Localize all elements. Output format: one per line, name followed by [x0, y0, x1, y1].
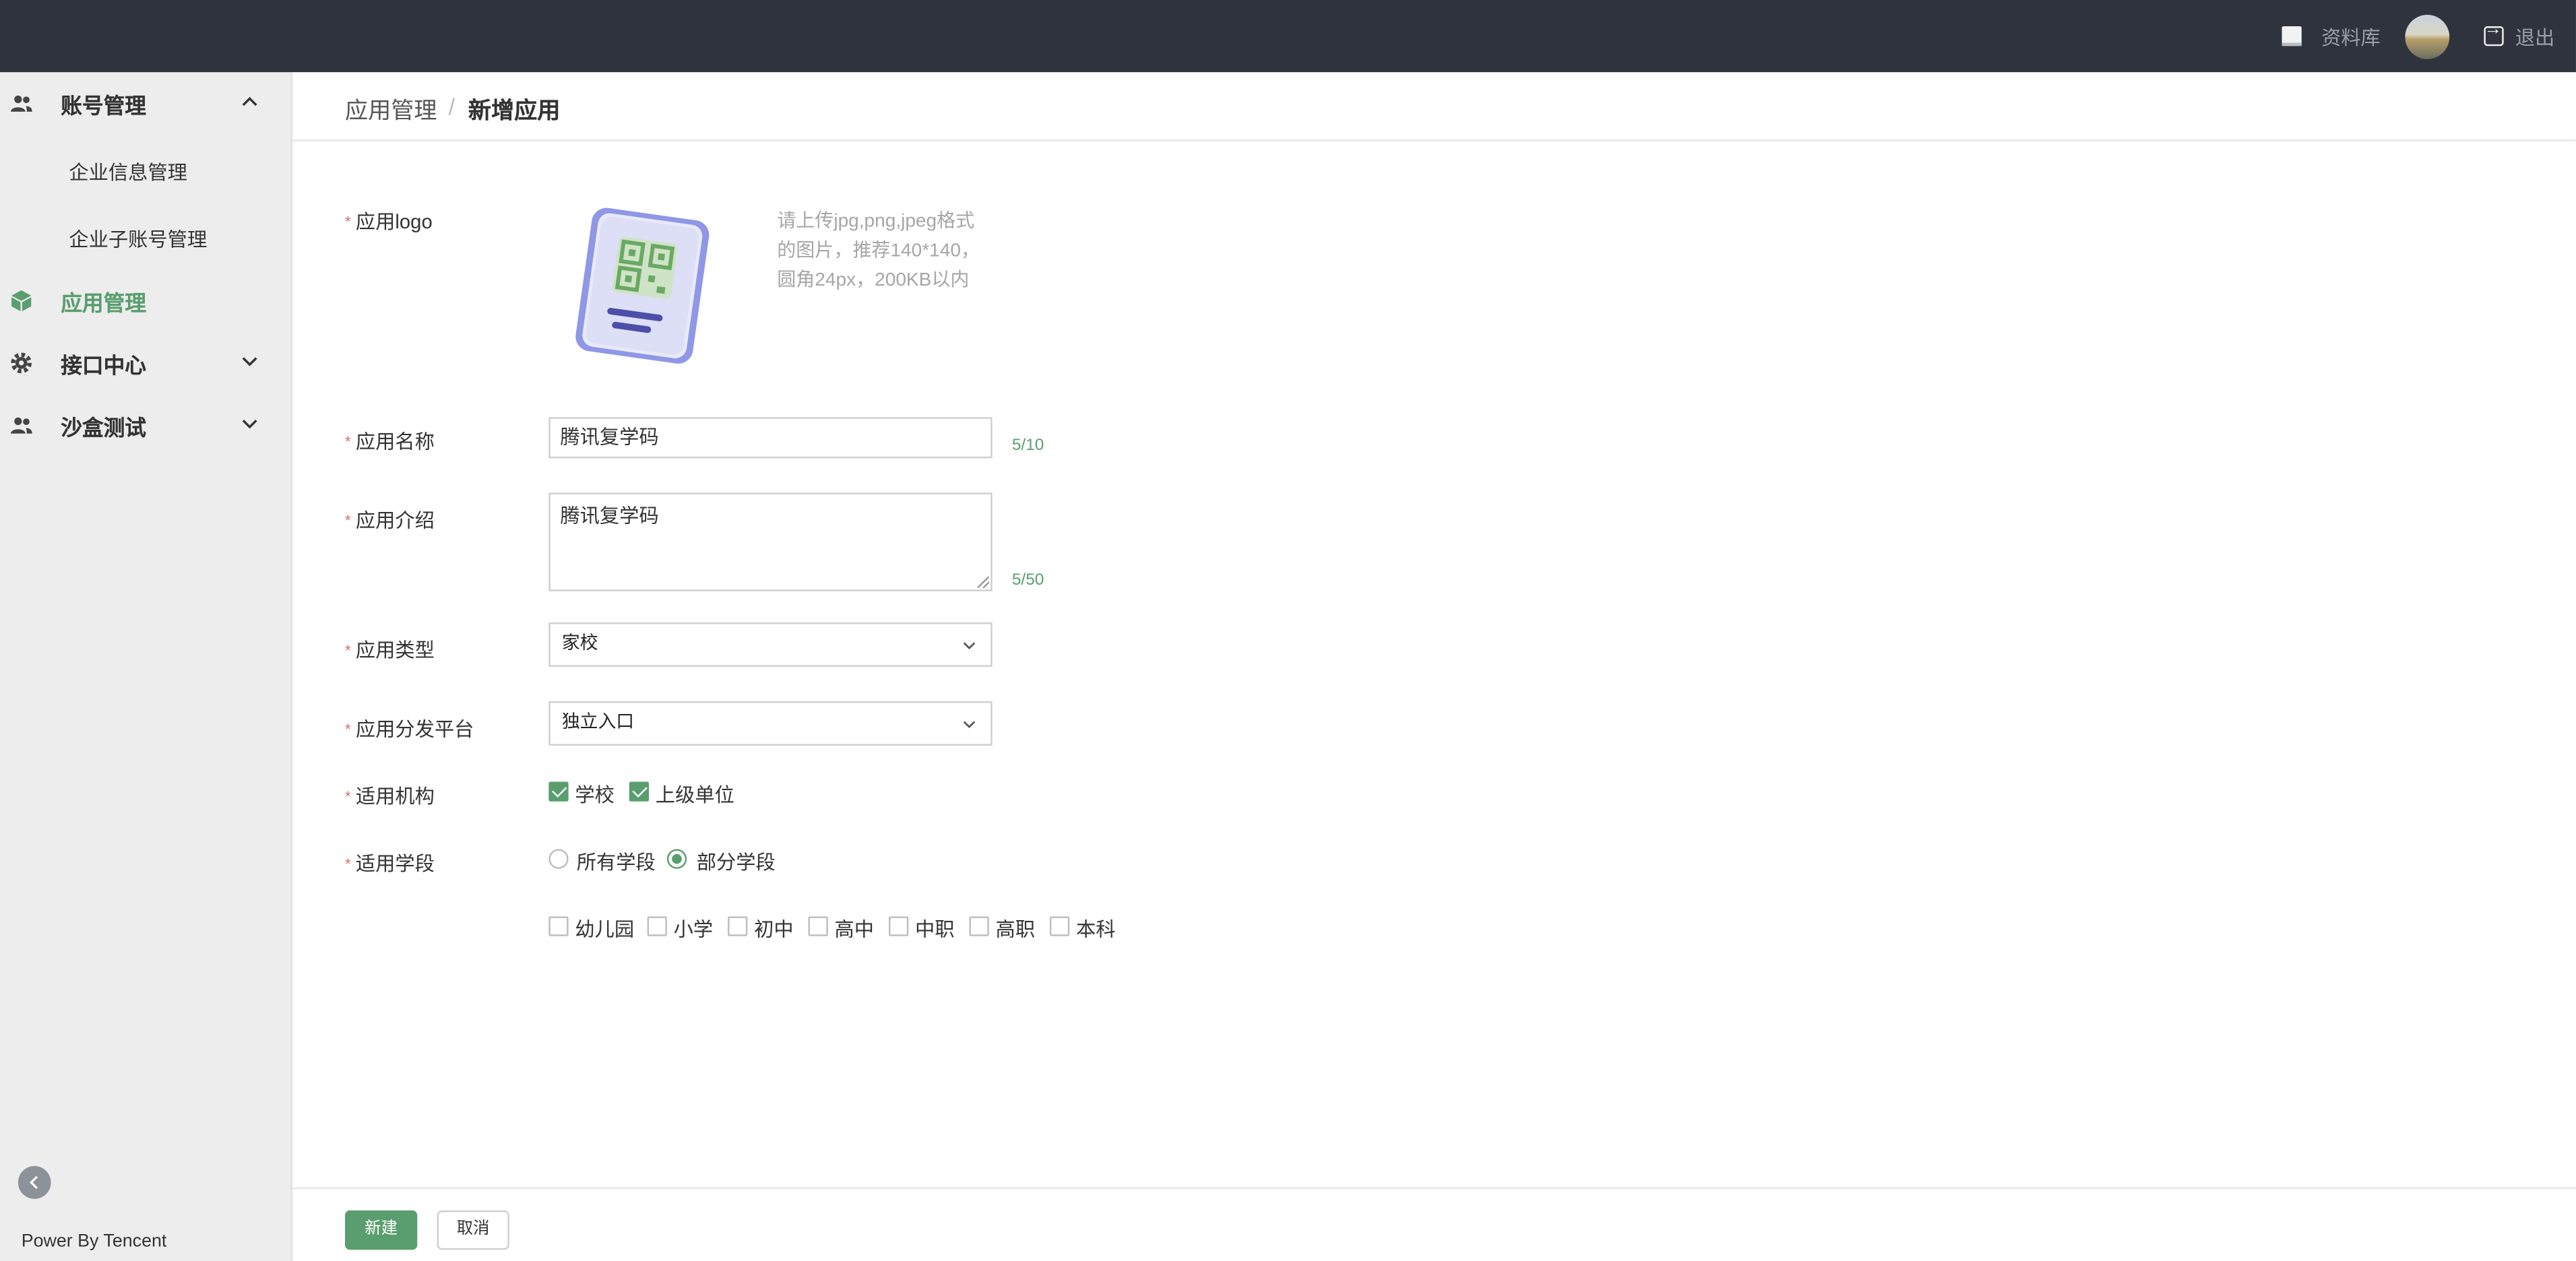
collapse-sidebar-button[interactable]: [18, 1166, 51, 1199]
type-label: * 应用类型: [345, 636, 435, 664]
users-icon: [10, 95, 32, 112]
platform-label: * 应用分发平台: [345, 715, 474, 742]
stage-option-label: 高职: [995, 917, 1036, 942]
top-bar: 资料库 退出: [0, 0, 2576, 73]
app-desc-textarea[interactable]: 腾讯复学码: [548, 492, 993, 591]
desc-counter: 5/50: [1011, 571, 1044, 590]
stage-option-label: 幼儿园: [575, 917, 635, 942]
stage-junior-checkbox[interactable]: [728, 916, 748, 936]
cube-icon: [11, 290, 32, 312]
name-label-text: 应用名称: [355, 430, 435, 453]
app-type-select[interactable]: 家校: [548, 622, 993, 667]
platform-select[interactable]: 独立入口: [548, 701, 993, 746]
stage-option-label: 初中: [754, 917, 794, 942]
type-label-text: 应用类型: [355, 639, 435, 662]
stage-radio-label: 所有学段: [576, 850, 656, 874]
chevron-left-icon: [30, 1175, 38, 1190]
stage-kindergarten-checkbox[interactable]: [548, 916, 569, 936]
sidebar-group-label: 账号管理: [61, 92, 147, 118]
desc-label-text: 应用介绍: [355, 509, 435, 532]
sidebar-group-label: 沙盒测试: [61, 414, 147, 440]
app-root: 资料库 退出 账号管理 企业信息管理 企业子账号管理: [0, 0, 2576, 1261]
required-mark: *: [345, 512, 351, 529]
required-mark: *: [345, 788, 351, 805]
sidebar-item-company-info[interactable]: 企业信息管理: [69, 158, 187, 185]
footer-credit: Power By Tencent: [21, 1231, 167, 1252]
sidebar-item-sub-accounts[interactable]: 企业子账号管理: [69, 225, 207, 253]
name-label: * 应用名称: [345, 427, 435, 455]
sidebar-item-app-manage[interactable]: 应用管理: [0, 271, 292, 330]
book-icon: [2282, 26, 2302, 46]
app-name-input[interactable]: 腾讯复学码: [548, 417, 993, 459]
cancel-button[interactable]: 取消: [437, 1210, 509, 1250]
logo-hint: 请上传jpg,png,jpeg格式的图片，推荐140*140，圆角24px，20…: [777, 212, 980, 291]
required-mark: *: [345, 721, 351, 738]
logo-label: * 应用logo: [345, 207, 433, 234]
chevron-down-icon: [963, 721, 976, 728]
org-label-text: 适用机构: [355, 785, 435, 808]
app-type-value: 家校: [561, 634, 598, 654]
sidebar-group-label: 接口中心: [61, 352, 147, 377]
desc-value: 腾讯复学码: [560, 504, 659, 527]
logout-label: 退出: [2515, 25, 2555, 48]
breadcrumb: 应用管理 / 新增应用: [292, 72, 2576, 141]
docs-label: 资料库: [2321, 25, 2381, 48]
logo-label-text: 应用logo: [355, 210, 433, 234]
required-mark: *: [345, 855, 351, 872]
stage-radio-label: 部分学段: [696, 850, 776, 874]
org-school-checkbox[interactable]: [548, 781, 569, 802]
org-option-label: 学校: [575, 783, 615, 807]
users-icon: [10, 417, 32, 434]
stage-senior-checkbox[interactable]: [808, 916, 828, 936]
required-mark: *: [345, 433, 351, 451]
gear-icon: [11, 352, 32, 374]
stage-option-label: 中职: [915, 917, 955, 942]
sidebar-group-api[interactable]: 接口中心: [0, 333, 292, 393]
desc-label: * 应用介绍: [345, 506, 435, 534]
sidebar: 账号管理 企业信息管理 企业子账号管理 应用管理 接口中心 沙盒测试 Power…: [0, 72, 292, 1261]
stage-vocational-checkbox[interactable]: [889, 916, 909, 936]
stage-higher-vocational-checkbox[interactable]: [969, 916, 989, 936]
chevron-down-icon: [242, 357, 257, 366]
resize-handle-icon[interactable]: [977, 576, 989, 588]
stage-undergraduate-checkbox[interactable]: [1049, 916, 1070, 936]
name-counter: 5/10: [1011, 437, 1044, 455]
logout-link[interactable]: 退出: [2484, 0, 2554, 72]
stage-option-label: 高中: [834, 917, 875, 942]
sidebar-item-label: 应用管理: [61, 290, 147, 315]
sidebar-group-account[interactable]: 账号管理: [0, 74, 292, 133]
required-mark: *: [345, 213, 351, 230]
qr-phone-icon: [575, 207, 710, 364]
create-button[interactable]: 新建: [345, 1210, 418, 1250]
avatar[interactable]: [2405, 14, 2450, 59]
stage-primary-checkbox[interactable]: [647, 916, 667, 936]
chevron-down-icon: [242, 419, 257, 429]
platform-label-text: 应用分发平台: [355, 717, 474, 741]
stage-option-label: 小学: [673, 917, 714, 942]
stage-option-label: 本科: [1075, 917, 1116, 942]
docs-link[interactable]: 资料库: [2282, 0, 2381, 72]
page-title: 新增应用: [468, 96, 561, 123]
form-footer: 新建 取消: [292, 1187, 2576, 1261]
org-option-label: 上级单位: [655, 783, 734, 807]
chevron-down-icon: [963, 642, 976, 649]
breadcrumb-separator: /: [448, 93, 455, 120]
sidebar-group-sandbox[interactable]: 沙盒测试: [0, 396, 292, 455]
stage-partial-radio[interactable]: [666, 849, 687, 869]
chevron-up-icon: [242, 96, 257, 106]
stage-all-radio[interactable]: [548, 849, 569, 869]
platform-value: 独立入口: [561, 713, 635, 733]
org-label: * 适用机构: [345, 782, 435, 810]
logout-icon: [2484, 20, 2504, 46]
org-superior-checkbox[interactable]: [629, 781, 650, 802]
logo-upload[interactable]: [563, 203, 721, 368]
stage-label-text: 适用学段: [355, 852, 435, 876]
required-mark: *: [345, 642, 351, 659]
stage-label: * 适用学段: [345, 849, 435, 876]
breadcrumb-parent[interactable]: 应用管理: [345, 94, 437, 127]
